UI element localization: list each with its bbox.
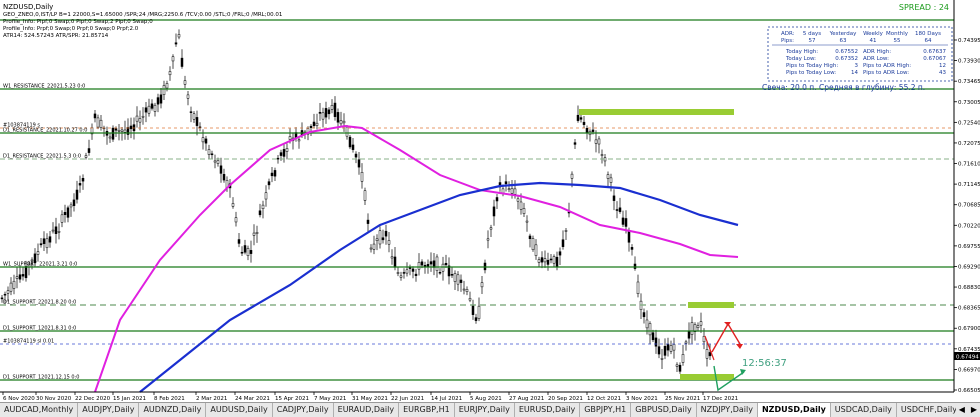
chart-tab[interactable]: EURJPY,Daily — [455, 403, 515, 417]
spread-label: SPREAD : 24 — [899, 3, 949, 12]
adr-pips-cell: Pips: — [781, 38, 794, 44]
adr-stat-cell: 0.67552 — [835, 49, 858, 55]
price-tick: 0.71145 — [958, 182, 980, 188]
adr-header-cell: ADR: — [781, 31, 795, 37]
chart-tab[interactable]: GBPUSD,Daily — [631, 403, 697, 417]
adr-stat-cell: Pips to ADR High: — [863, 63, 911, 69]
candle — [111, 125, 115, 142]
adr-pips-cell: 55 — [894, 38, 901, 44]
level-label: D1_RESISTANCE_22021.10.27 0:0 — [3, 128, 87, 134]
price-tick: 0.66505 — [958, 388, 980, 394]
adr-stat-cell: 0.67067 — [923, 56, 946, 62]
level-label: D1_SUPPORT_12021.8.31 0:0 — [3, 326, 76, 332]
adr-stat-cell: 3 — [855, 63, 859, 69]
adr-header-cell: 180 Days — [915, 31, 941, 37]
price-chart[interactable]: W1_RESISTANCE_22021.5.23 0:0 #103874119 s… — [0, 0, 980, 402]
adr-stat-cell: Pips to ADR Low: — [863, 70, 909, 76]
adr-stat-cell: Pips to Today High: — [786, 63, 838, 69]
chart-tab[interactable]: EURUSD,Daily — [515, 403, 581, 417]
level-label: W1_RESISTANCE_22021.5.23 0:0 — [3, 84, 85, 90]
terminal-window: W1_RESISTANCE_22021.5.23 0:0 #103874119 s… — [0, 0, 980, 417]
chart-tab[interactable]: NZDJPY,Daily — [697, 403, 758, 417]
resistance-zone[interactable] — [579, 109, 734, 115]
tab-navigation: ◀ ▶ — [955, 403, 980, 417]
chart-tab[interactable]: USDCHF,Daily — [897, 403, 962, 417]
chart-title: NZDUSD,Daily — [3, 3, 53, 11]
adr-stat-cell: ADR Low: — [863, 56, 889, 62]
adr-pips-cell: 64 — [925, 38, 932, 44]
adr-stat-cell: 0.67637 — [923, 49, 946, 55]
arrow-left-icon[interactable]: ◀ — [956, 403, 968, 417]
adr-pips-cell: 57 — [809, 38, 816, 44]
chart-tab[interactable]: EURGBP,H1 — [399, 403, 455, 417]
price-tick: 0.73005 — [958, 100, 980, 106]
support-zone-lower[interactable] — [680, 374, 734, 380]
adr-stat-cell: Today High: — [785, 49, 818, 55]
candle — [348, 135, 352, 150]
price-tick: 0.72540 — [958, 120, 980, 126]
chart-tab[interactable]: AUDNZD,Daily — [139, 403, 207, 417]
level-label: W1_SUPPORT_22021.3.21 0:0 — [3, 262, 77, 268]
adr-stat-cell: 43 — [939, 70, 946, 76]
adr-pips-cell: 63 — [840, 38, 847, 44]
indicator-line-2: Profile_Info: Pipf;0 Swap;0 Pipf;0 Swap;… — [3, 19, 153, 25]
price-tick: 0.66970 — [958, 367, 980, 373]
chart-tab[interactable]: AUDCAD,Monthly — [0, 403, 79, 417]
adr-header-cell: 5 days — [803, 31, 821, 37]
price-tick: 0.69290 — [958, 264, 980, 270]
price-tick: 0.69755 — [958, 244, 980, 250]
chart-tab-bar: AUDCAD,Monthly AUDJPY,Daily AUDNZD,Daily AU… — [0, 402, 980, 417]
chart-tab[interactable]: GBPJPY,H1 — [580, 403, 632, 417]
adr-header-cell: Weekly — [863, 31, 884, 37]
candle-info: Свеча: 20.0 п. Средняя в глубину: 55.2 п… — [762, 83, 925, 92]
price-tick: 0.67435 — [958, 347, 980, 353]
chart-tab[interactable]: EURAUD,Daily — [334, 403, 400, 417]
chart-tab[interactable]: CADJPY,Daily — [273, 403, 334, 417]
adr-pips-cell: 41 — [870, 38, 877, 44]
price-tick: 0.73465 — [958, 79, 980, 85]
price-tick: 0.70220 — [958, 223, 980, 229]
price-tick: 0.68365 — [958, 306, 980, 312]
indicator-line-4: ATR14: 524.57243 ATR/SPR: 21.85714 — [3, 33, 109, 39]
bar-countdown: 12:56:37 — [742, 358, 787, 369]
adr-stat-cell: Pips to Today Low: — [786, 70, 836, 76]
adr-stat-cell: 14 — [851, 70, 858, 76]
adr-header-cell: Monthly — [886, 31, 909, 37]
indicator-line-3: Profile_Info: Prpf;0 Swap;0 Prpf;0 Swap;… — [3, 26, 139, 32]
price-tick: 0.67900 — [958, 326, 980, 332]
indicator-line-1: GEO_ZNEO,0,IST/LP B=1 22000,S=1.65000 /S… — [3, 12, 282, 18]
chart-tab[interactable]: NZDUSD,Daily — [757, 403, 831, 417]
current-price-value: 0.67494 — [956, 355, 979, 361]
level-label: D1_SUPPORT_22021.8.20 0:0 — [3, 300, 76, 306]
chart-tab[interactable]: USDCAD,Daily — [831, 403, 897, 417]
price-tick: 0.68830 — [958, 285, 980, 291]
adr-stat-cell: ADR High: — [863, 49, 891, 55]
price-tick: 0.71610 — [958, 162, 980, 168]
level-label: D1_RESISTANCE_22021.5.3 0:0 — [3, 154, 81, 160]
arrow-right-icon[interactable]: ▶ — [968, 403, 980, 417]
chart-tab[interactable]: AUDJPY,Daily — [78, 403, 140, 417]
adr-stat-cell: Today Low: — [785, 56, 816, 62]
level-label: D1_SUPPORT_12021.12.15 0:0 — [3, 375, 79, 381]
price-tick: 0.70685 — [958, 203, 980, 209]
adr-stat-cell: 12 — [939, 63, 946, 69]
level-label: #103874119 sl 0.01 — [3, 339, 54, 345]
support-zone-upper[interactable] — [688, 302, 734, 308]
adr-stat-cell: 0.67352 — [835, 56, 858, 62]
chart-tab[interactable]: AUDUSD,Daily — [206, 403, 273, 417]
price-tick: 0.73930 — [958, 59, 980, 65]
adr-header-cell: Yesterday — [829, 31, 857, 37]
price-tick: 0.74395 — [958, 38, 980, 44]
price-tick: 0.72075 — [958, 141, 980, 147]
